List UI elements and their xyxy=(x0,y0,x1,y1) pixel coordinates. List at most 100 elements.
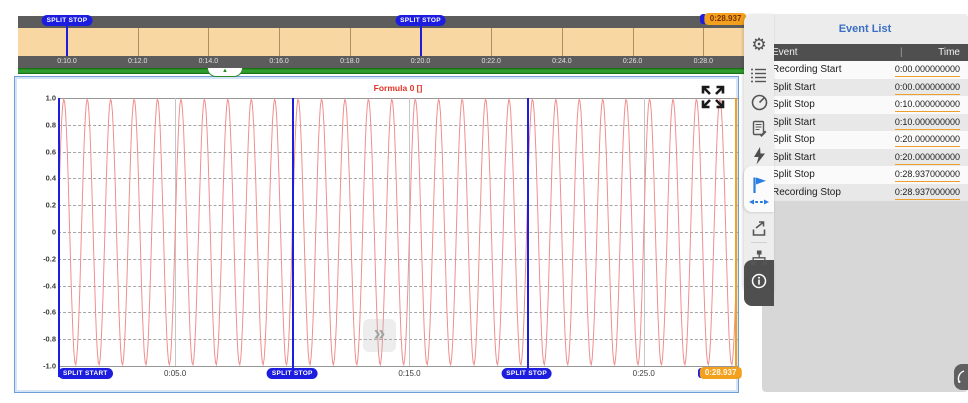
side-toolbar: ⚙ xyxy=(744,14,774,292)
timeline-tick-label: 0:22.0 xyxy=(481,58,500,65)
timeline-tick-line xyxy=(633,28,634,56)
position-marker-line[interactable] xyxy=(735,98,737,377)
table-row[interactable]: Split Start0:20.000000000 xyxy=(762,149,968,167)
trigger-button[interactable] xyxy=(748,145,770,167)
timeline-tick-label: 0:20.0 xyxy=(411,58,430,65)
gauge-icon xyxy=(750,93,769,112)
x-axis-label: 0:15.0 xyxy=(398,369,420,378)
gear-icon: ⚙ xyxy=(751,35,766,55)
y-axis-label: 0.6 xyxy=(46,147,56,156)
timeline-tick-label: 0:18.0 xyxy=(340,58,359,65)
timeline-tick-label: 0:14.0 xyxy=(199,58,218,65)
expand-icon[interactable] xyxy=(698,82,728,112)
y-axis-label: -0.4 xyxy=(43,281,56,290)
overview-timeline[interactable]: 0:10.00:12.00:14.00:16.00:18.00:20.00:22… xyxy=(18,16,745,68)
table-row[interactable]: Split Start0:10.000000000 xyxy=(762,114,968,132)
waveform-trace xyxy=(58,98,738,366)
split-marker-line[interactable] xyxy=(527,98,529,377)
timeline-tick-label: 0:10.0 xyxy=(57,58,76,65)
h-gridline xyxy=(58,366,738,367)
split-marker-pill[interactable]: SPLIT STOP xyxy=(501,368,552,379)
table-row[interactable]: Recording Stop0:28.937000000 xyxy=(762,184,968,202)
event-time-value[interactable]: 0:00.000000000 xyxy=(895,81,960,95)
table-row[interactable]: Split Stop0:20.000000000 xyxy=(762,131,968,149)
y-axis-label: -0.6 xyxy=(43,308,56,317)
info-icon xyxy=(750,272,768,290)
flag-icon xyxy=(750,176,768,194)
split-marker-line[interactable] xyxy=(58,98,60,377)
y-axis-label: -1.0 xyxy=(43,362,56,371)
timeline-position-badge[interactable]: 0:28.937 xyxy=(705,13,747,25)
collapse-chevron-tab[interactable]: ▲ xyxy=(207,68,243,77)
lightning-icon xyxy=(751,147,768,165)
topology-icon xyxy=(750,250,768,266)
split-marker-line[interactable] xyxy=(292,98,294,377)
timeline-tick-line xyxy=(562,28,563,56)
column-header-time[interactable]: Time xyxy=(938,44,960,61)
table-row[interactable]: Split Start0:00.000000000 xyxy=(762,79,968,97)
table-row[interactable]: Recording Start0:00.000000000 xyxy=(762,61,968,79)
app-window: 0:10.00:12.00:14.00:16.00:18.00:20.00:22… xyxy=(0,0,968,403)
event-time-value[interactable]: 0:10.000000000 xyxy=(895,116,960,130)
timeline-band[interactable] xyxy=(18,28,745,56)
y-axis-label: 0.4 xyxy=(46,174,56,183)
timeline-tick-line xyxy=(491,28,492,56)
event-list-panel: Event List Event | Time Recording Start0… xyxy=(762,14,968,392)
flags-button[interactable] xyxy=(748,174,770,196)
timeline-tick-label: 0:28.0 xyxy=(694,58,713,65)
timeline-tick-line xyxy=(279,28,280,56)
event-time-value[interactable]: 0:20.000000000 xyxy=(895,151,960,165)
timeline-split-line[interactable] xyxy=(420,21,422,56)
timeline-tick-label: 0:24.0 xyxy=(552,58,571,65)
event-time-value[interactable]: 0:28.937000000 xyxy=(895,186,960,200)
chart-title: Formula 0 [] xyxy=(58,83,738,93)
event-time-value[interactable]: 0:28.937000000 xyxy=(895,168,960,182)
table-header[interactable]: Event | Time xyxy=(762,44,968,61)
splitter-bar[interactable] xyxy=(18,68,745,74)
timeline-split-pill[interactable]: SPLIT STOP xyxy=(395,15,446,26)
timeline-split-pill[interactable]: SPLIT STOP xyxy=(42,15,93,26)
split-marker-pill[interactable]: SPLIT STOP xyxy=(267,368,318,379)
list-icon xyxy=(750,67,768,83)
y-axis-label: 0.2 xyxy=(46,201,56,210)
grip-icon xyxy=(956,369,966,385)
timeline-tick-line xyxy=(703,28,704,56)
report-icon xyxy=(750,120,768,137)
event-time-value[interactable]: 0:00.000000000 xyxy=(895,63,960,77)
fast-forward-watermark[interactable]: » xyxy=(363,319,396,352)
timeline-split-line[interactable] xyxy=(66,21,68,56)
x-axis-label: 0:25.0 xyxy=(633,369,655,378)
x-axis-label: 0:05.0 xyxy=(164,369,186,378)
table-row[interactable]: Split Stop0:10.000000000 xyxy=(762,96,968,114)
plot-area[interactable]: SPLIT STARTSPLIT STOPSPLIT STOP » 0:28.9… xyxy=(58,98,738,366)
column-divider[interactable]: | xyxy=(900,44,903,61)
timeline-tick-label: 0:26.0 xyxy=(623,58,642,65)
y-axis-label: 0.8 xyxy=(46,120,56,129)
info-button[interactable] xyxy=(748,270,770,292)
chart-position-badge[interactable]: 0:28.937 xyxy=(700,367,742,379)
timeline-tick-line xyxy=(350,28,351,56)
gauge-button[interactable] xyxy=(748,91,770,113)
event-time-value[interactable]: 0:20.000000000 xyxy=(895,133,960,147)
panel-resize-grip[interactable] xyxy=(954,364,968,390)
event-table-rows: Recording Start0:00.000000000Split Start… xyxy=(762,61,968,201)
panel-title: Event List xyxy=(762,14,968,44)
report-button[interactable] xyxy=(748,117,770,139)
toolbar-divider xyxy=(751,242,767,243)
timeline-tick-line xyxy=(138,28,139,56)
table-row[interactable]: Split Stop0:28.937000000 xyxy=(762,166,968,184)
waveform-chart[interactable]: Formula 0 [] SPLIT STARTSPLIT STOPSPLIT … xyxy=(14,76,739,393)
timeline-top-band xyxy=(18,16,745,28)
y-axis-label: 0 xyxy=(52,228,56,237)
marker-nav-buttons[interactable] xyxy=(748,198,770,206)
export-button[interactable] xyxy=(748,218,770,240)
y-axis-label: 1.0 xyxy=(46,94,56,103)
topology-button[interactable] xyxy=(748,247,770,269)
event-time-value[interactable]: 0:10.000000000 xyxy=(895,98,960,112)
event-list-button[interactable] xyxy=(748,64,770,86)
settings-button[interactable]: ⚙ xyxy=(748,34,770,56)
timeline-tick-label: 0:16.0 xyxy=(269,58,288,65)
y-axis-label: -0.8 xyxy=(43,335,56,344)
split-marker-pill[interactable]: SPLIT START xyxy=(58,368,113,379)
share-icon xyxy=(750,220,768,238)
